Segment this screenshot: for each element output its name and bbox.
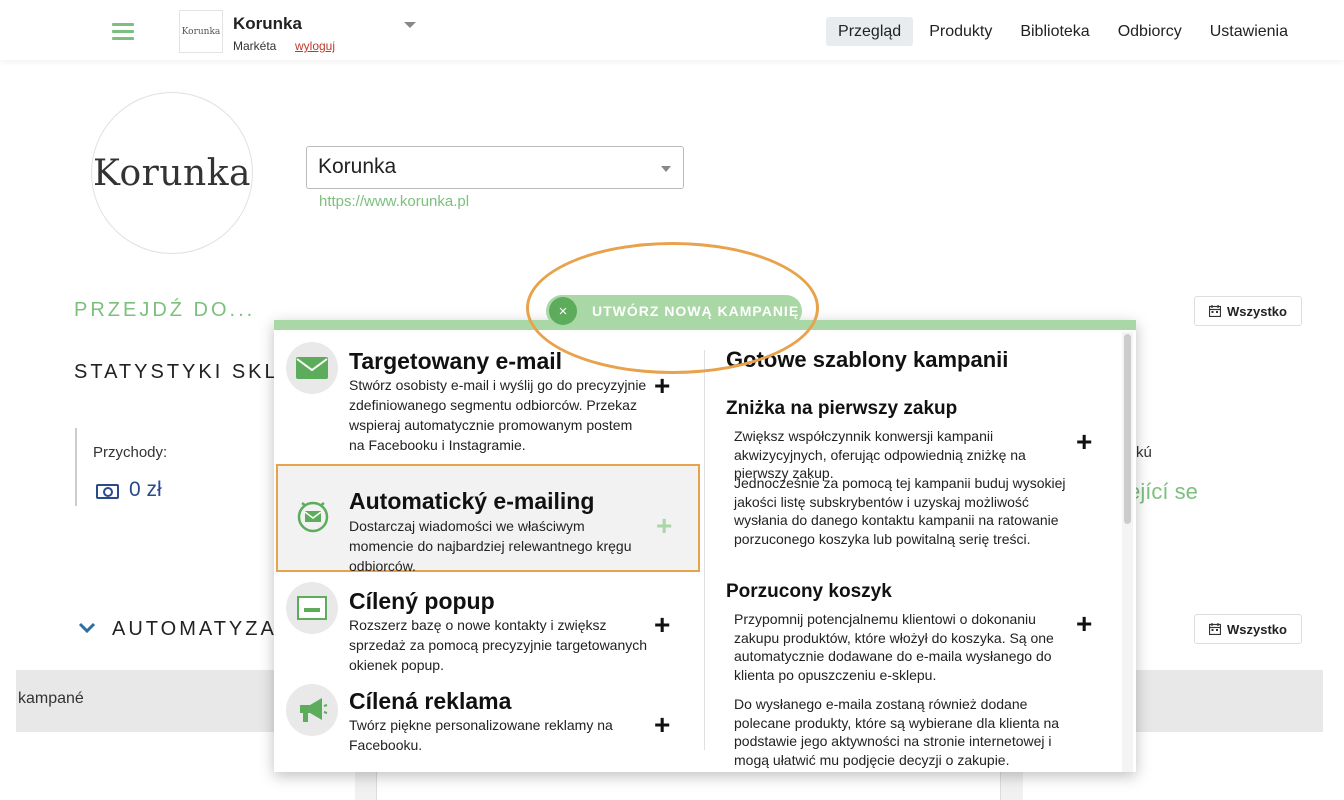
template-description: Jednocześnie za pomocą tej kampanii budu…	[734, 475, 1066, 547]
filter-button[interactable]: Wszystko	[1194, 296, 1302, 326]
template-description: Do wysłanego e-maila zostaną również dod…	[734, 696, 1060, 768]
add-plus-icon[interactable]: +	[654, 611, 670, 639]
option-description: Twórz piękne personalizowane reklamy na …	[349, 717, 613, 753]
shop-logo-text: Korunka	[93, 152, 251, 194]
create-campaign-label: UTWÓRZ NOWĄ KAMPANIĘ	[592, 303, 800, 319]
revenue-label: Przychody:	[93, 444, 168, 461]
option-targeted-ad[interactable]: Cílená reklama Twórz piękne personalizow…	[274, 680, 702, 760]
shop-url-link[interactable]: https://www.korunka.pl	[319, 193, 469, 210]
template-title[interactable]: Zniżka na pierwszy zakup	[726, 398, 957, 420]
chevron-down-icon[interactable]	[78, 620, 96, 636]
option-title: Automatický e-mailing	[349, 488, 595, 514]
option-title: Cílená reklama	[349, 688, 512, 714]
option-title: Cílený popup	[349, 588, 495, 614]
shop-select-value: Korunka	[318, 155, 397, 178]
partial-stat-label: kú	[1136, 444, 1152, 461]
nav-item-odbiorcy[interactable]: Odbiorcy	[1106, 17, 1194, 46]
popup-window-icon	[286, 582, 338, 634]
option-title: Targetowany e-mail	[349, 348, 563, 374]
main-nav: Przegląd Produkty Biblioteka Odbiorcy Us…	[822, 17, 1300, 46]
automation-filter-button[interactable]: Wszystko	[1194, 614, 1302, 644]
add-plus-icon[interactable]: +	[654, 372, 670, 400]
clock-envelope-icon	[287, 490, 339, 542]
shop-switcher-caret-icon[interactable]	[404, 22, 416, 28]
panel-divider	[704, 350, 705, 750]
add-plus-icon[interactable]: +	[656, 512, 672, 540]
nav-item-przeglad[interactable]: Przegląd	[826, 17, 914, 46]
add-template-plus-icon[interactable]: +	[1076, 428, 1092, 456]
create-campaign-panel: Targetowany e-mail Stwórz osobisty e-mai…	[274, 320, 1136, 772]
user-name: Markéta	[233, 39, 277, 53]
option-description: Stwórz osobisty e-mail i wyślij go do pr…	[349, 377, 647, 453]
nav-item-ustawienia[interactable]: Ustawienia	[1198, 17, 1300, 46]
option-description: Dostarczaj wiadomości we właściwym momen…	[349, 518, 632, 574]
option-targeted-popup[interactable]: Cílený popup Rozszerz bazę o nowe kontak…	[274, 578, 702, 678]
stat-divider	[75, 428, 77, 506]
panel-scrollbar-thumb[interactable]	[1124, 334, 1131, 524]
templates-heading: Gotowe szablony kampanii	[726, 347, 1009, 372]
logout-link[interactable]: wyloguj	[295, 39, 335, 53]
option-description: Rozszerz bazę o nowe kontakty i zwiększ …	[349, 617, 648, 673]
calendar-icon	[1209, 623, 1222, 635]
envelope-icon	[286, 342, 338, 394]
shop-logo: Korunka	[91, 92, 253, 254]
template-title[interactable]: Porzucony koszyk	[726, 581, 892, 603]
shop-logo-thumbnail[interactable]: Korunka	[179, 10, 223, 53]
option-automatic-emailing[interactable]: Automatický e-mailing Dostarczaj wiadomo…	[276, 464, 700, 574]
table-header-label: kampané	[18, 690, 84, 707]
add-template-plus-icon[interactable]: +	[1076, 610, 1092, 638]
shop-logo-thumbnail-text: Korunka	[181, 26, 221, 37]
template-description: Przypomnij potencjalnemu klientowi o dok…	[734, 611, 1054, 683]
create-campaign-button[interactable]: × UTWÓRZ NOWĄ KAMPANIĘ	[546, 295, 802, 327]
automation-filter-button-label: Wszystko	[1227, 621, 1287, 637]
revenue-value: 0 zł	[129, 478, 162, 501]
hamburger-menu-icon[interactable]	[112, 23, 134, 41]
nav-item-biblioteka[interactable]: Biblioteka	[1008, 17, 1101, 46]
add-plus-icon[interactable]: +	[654, 711, 670, 739]
filter-button-label: Wszystko	[1227, 303, 1287, 319]
calendar-icon	[1209, 305, 1222, 317]
money-icon	[96, 484, 119, 499]
option-targeted-email[interactable]: Targetowany e-mail Stwórz osobisty e-mai…	[274, 336, 702, 466]
megaphone-icon	[286, 684, 338, 736]
shop-select[interactable]: Korunka	[306, 146, 684, 189]
shop-name: Korunka	[233, 14, 302, 33]
top-bar: Korunka Korunka Markéta wyloguj Przegląd…	[0, 0, 1344, 60]
close-icon[interactable]: ×	[549, 297, 577, 325]
chevron-down-icon	[661, 166, 671, 172]
nav-item-produkty[interactable]: Produkty	[917, 17, 1004, 46]
goto-heading[interactable]: PRZEJDŹ DO...	[74, 299, 255, 322]
close-symbol: ×	[558, 302, 568, 320]
